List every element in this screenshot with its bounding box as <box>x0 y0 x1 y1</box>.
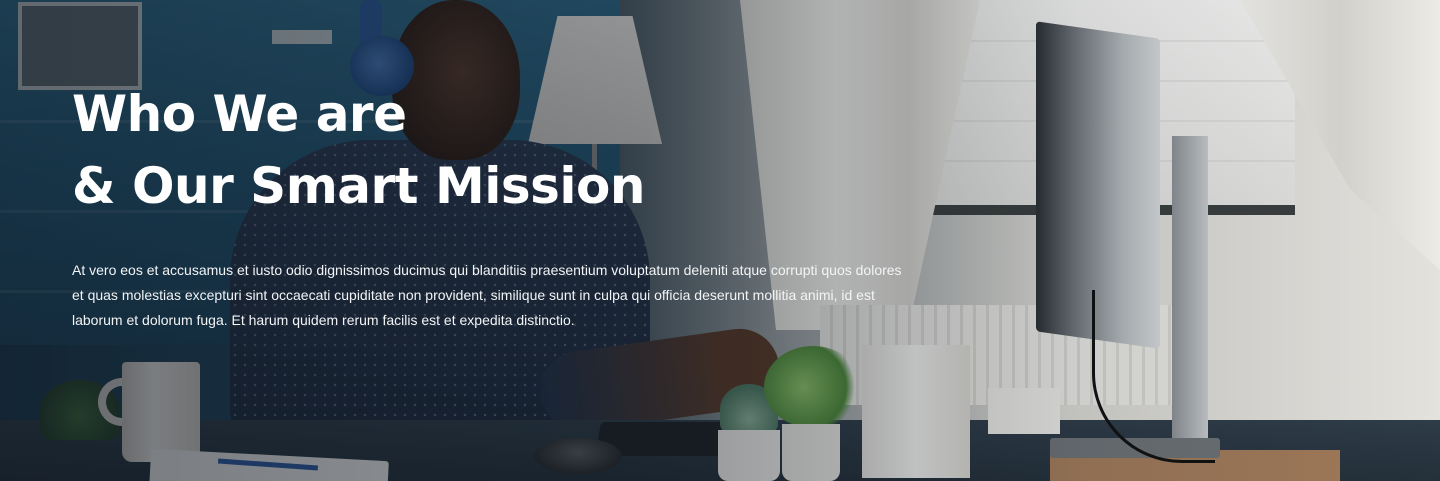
hero-section: Who We are & Our Smart Mission At vero e… <box>0 0 1440 481</box>
title-line-1: Who We are <box>72 85 407 143</box>
hero-content: Who We are & Our Smart Mission At vero e… <box>72 78 902 333</box>
page-title: Who We are & Our Smart Mission <box>72 78 902 222</box>
hero-description: At vero eos et accusamus et iusto odio d… <box>72 262 902 328</box>
title-line-2: & Our Smart Mission <box>72 157 646 215</box>
